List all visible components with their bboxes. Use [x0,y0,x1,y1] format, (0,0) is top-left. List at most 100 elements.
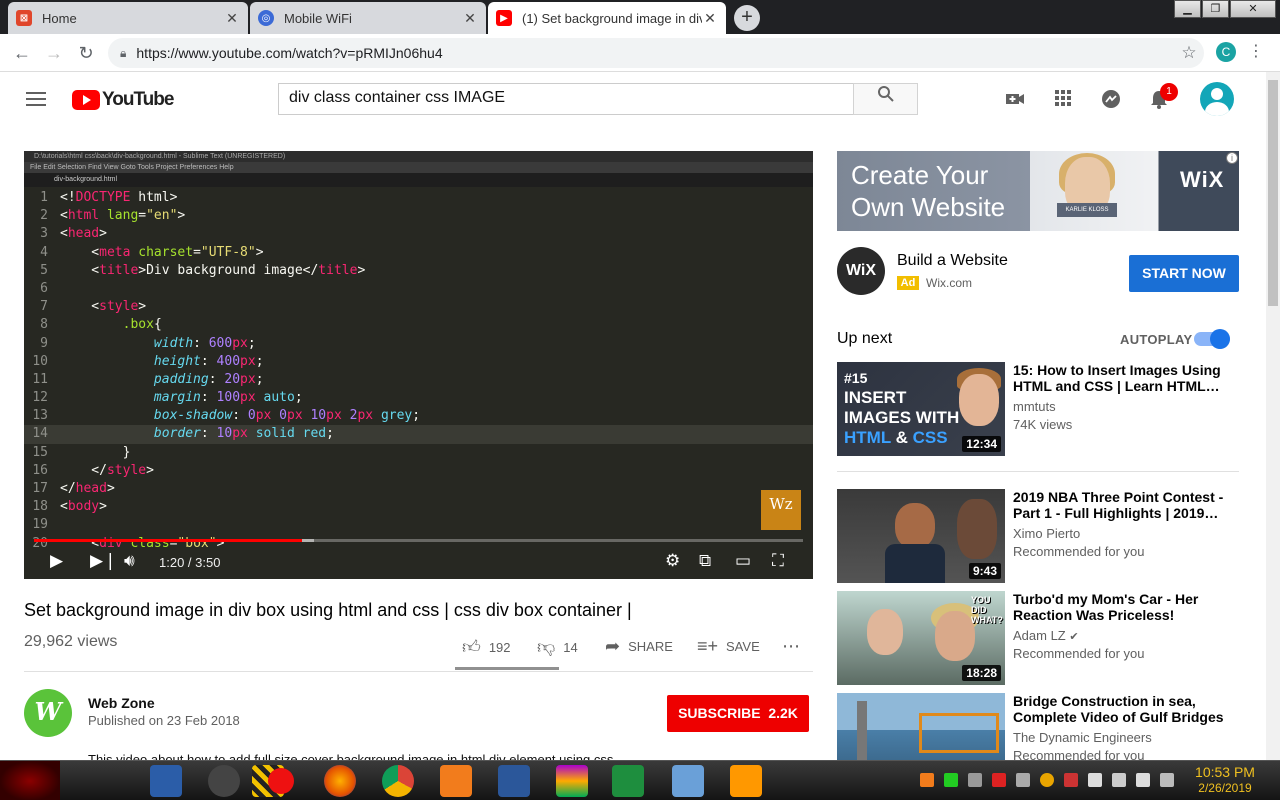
globe-favicon-icon: ◎ [258,10,274,26]
subscribe-button[interactable]: SUBSCRIBE 2.2K [667,695,809,732]
tray-shield-icon[interactable] [992,773,1006,787]
tab-youtube-video[interactable]: ▶ (1) Set background image in div ✕ [488,2,726,34]
channel-name[interactable]: mmtuts [1013,399,1056,414]
recommended-video-3[interactable]: YOU DID WHAT? 18:28 Turbo'd my Mom's Car… [837,591,1239,685]
close-tab-icon[interactable]: ✕ [702,10,718,27]
tray-network-icon[interactable] [1088,773,1102,787]
create-video-icon[interactable] [1003,88,1027,112]
xampp-icon[interactable] [440,765,472,797]
tab-label: Mobile WiFi [284,10,352,26]
more-actions-icon[interactable]: ⋯ [782,636,808,657]
back-arrow-icon[interactable]: ← [10,41,34,65]
profile-avatar[interactable]: C [1216,42,1236,62]
progress-bar[interactable] [34,539,803,542]
video-player[interactable]: D:\tutorials\html css\back\div-backgroun… [24,151,813,579]
tray-xampp-icon[interactable] [920,773,934,787]
start-button[interactable] [0,761,60,800]
taskbar-clock[interactable]: 10:53 PM 2/26/2019 [1190,764,1260,796]
thumbnail-text: #15 INSERT IMAGES WITH HTML & CSS [844,368,959,448]
video-title[interactable]: Bridge Construction in sea, Complete Vid… [1013,693,1231,725]
search-input[interactable]: div class container css IMAGE [278,83,854,115]
tray-volume-icon[interactable] [1112,773,1126,787]
ad-info-icon[interactable]: i [1226,152,1238,164]
tray-chrome-icon[interactable] [1040,773,1054,787]
clock-date: 2/26/2019 [1198,781,1252,795]
channel-watermark[interactable]: Wz [761,490,801,530]
ad-title[interactable]: Build a Website [897,252,1008,270]
apps-grid-icon[interactable] [1051,88,1075,112]
search-button[interactable] [853,83,918,115]
video-thumbnail[interactable] [837,693,1005,760]
page-scrollbar[interactable] [1266,72,1280,760]
thumbnail-line: IMAGES WITH [844,408,960,427]
publisher-icon[interactable] [612,765,644,797]
messages-icon[interactable] [1099,88,1123,112]
miniplayer-icon[interactable]: ⧉ [699,551,711,571]
channel-name[interactable]: Adam LZ ✔ [1013,628,1079,643]
record-app-icon[interactable] [268,768,294,794]
playlist-add-icon: ≡+ [697,636,719,656]
scrollbar-thumb[interactable] [1268,80,1278,306]
video-thumbnail[interactable]: 9:43 [837,489,1005,583]
youtube-logo[interactable]: YouTube [72,89,174,111]
channel-name[interactable]: Web Zone [88,695,155,711]
share-label: SHARE [628,639,673,654]
close-tab-icon[interactable]: ✕ [224,10,240,27]
tab-home[interactable]: ⊠ Home ✕ [8,2,248,34]
browser-menu-icon[interactable]: ⋮ [1248,41,1264,61]
autoplay-toggle[interactable] [1194,329,1230,349]
reload-icon[interactable]: ↻ [74,41,98,65]
settings-gear-icon[interactable]: ⚙ [665,551,680,571]
maximize-button[interactable]: ❐ [1202,0,1229,18]
play-icon[interactable]: ▶ [50,551,63,571]
winrar-icon[interactable] [556,765,588,797]
tray-battery-icon[interactable] [1160,773,1174,787]
word-icon[interactable] [498,765,530,797]
channel-name[interactable]: Ximo Pierto [1013,526,1080,541]
hamburger-menu-icon[interactable] [26,92,46,106]
save-button[interactable]: ≡+ SAVE [697,636,760,657]
video-thumbnail[interactable]: #15 INSERT IMAGES WITH HTML & CSS 12:34 [837,362,1005,456]
ad-banner[interactable]: Create Your Own Website KARLIE KLOSS WiX [837,151,1239,231]
tab-mobile-wifi[interactable]: ◎ Mobile WiFi ✕ [250,2,486,34]
forward-arrow-icon[interactable]: → [42,41,66,65]
bookmark-star-icon[interactable]: ☆ [1174,43,1204,63]
video-title[interactable]: Turbo'd my Mom's Car - Her Reaction Was … [1013,591,1231,623]
chrome-icon[interactable] [382,765,414,797]
next-video-icon[interactable]: ▶❘ [90,551,117,571]
user-avatar[interactable] [1200,82,1234,116]
minimize-button[interactable]: ▁ [1174,0,1201,18]
tray-computer-icon[interactable] [1016,773,1030,787]
close-tab-icon[interactable]: ✕ [462,10,478,27]
channel-name[interactable]: The Dynamic Engineers [1013,730,1152,745]
share-button[interactable]: ➦ SHARE [605,636,673,657]
tab-label: (1) Set background image in div [522,10,702,26]
channel-avatar[interactable]: W [24,689,72,737]
address-bar[interactable]: 🔒︎ https://www.youtube.com/watch?v=pRMIJ… [108,38,1204,68]
tray-signal-icon[interactable] [1136,773,1150,787]
recommended-video-4[interactable]: Bridge Construction in sea, Complete Vid… [837,693,1239,760]
tray-app-icon[interactable] [968,773,982,787]
video-title[interactable]: 15: How to Insert Images Using HTML and … [1013,362,1231,394]
recommended-video-1[interactable]: #15 INSERT IMAGES WITH HTML & CSS 12:34 … [837,362,1239,456]
verified-check-icon: ✔ [1069,631,1079,643]
tray-triangle-icon[interactable] [944,773,958,787]
video-title[interactable]: 2019 NBA Three Point Contest - Part 1 - … [1013,489,1231,521]
video-thumbnail[interactable]: YOU DID WHAT? 18:28 [837,591,1005,685]
virtualbox-icon[interactable] [672,765,704,797]
volume-icon[interactable]: 🔊︎ [124,551,135,571]
like-button[interactable]: 👍︎ 192 [462,636,511,658]
new-tab-button[interactable]: + [734,5,760,31]
sublime-text-icon[interactable] [730,765,762,797]
recommended-video-2[interactable]: 9:43 2019 NBA Three Point Contest - Part… [837,489,1239,583]
theater-mode-icon[interactable]: ▭ [735,551,751,571]
explorer-icon[interactable] [150,765,182,797]
close-window-button[interactable]: ✕ [1230,0,1276,18]
tray-speaker-alert-icon[interactable] [1064,773,1078,787]
firefox-icon[interactable] [324,765,356,797]
start-now-button[interactable]: START NOW [1129,255,1239,292]
camera-app-icon[interactable] [208,765,240,797]
dislike-button[interactable]: 👎︎ 14 [537,636,578,658]
advertiser-logo[interactable]: WiX [837,247,885,295]
fullscreen-icon[interactable]: ⛶ [772,551,784,571]
